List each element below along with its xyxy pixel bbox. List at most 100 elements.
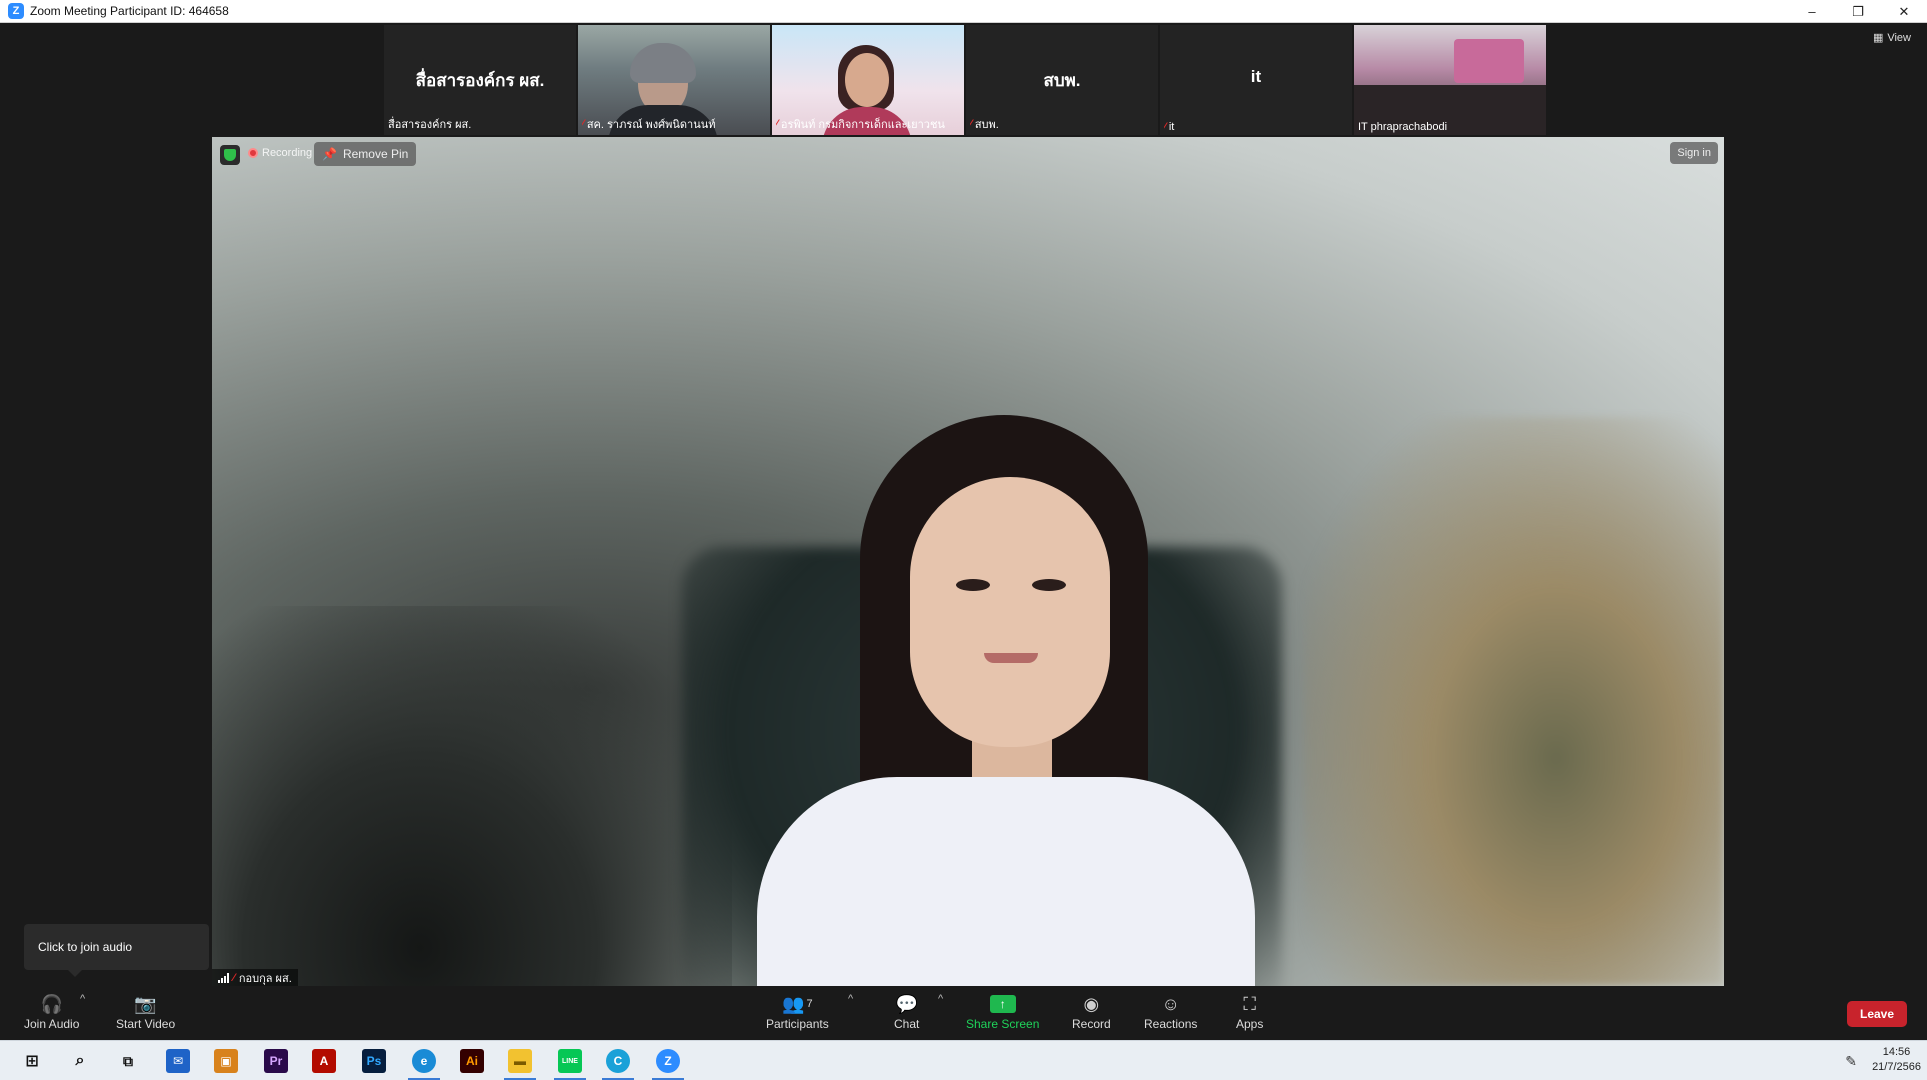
mic-muted-icon: ⁄ [582,118,584,130]
zoom-logo-icon: Z [8,3,24,19]
photoshop-icon[interactable]: Ps [362,1049,386,1073]
acrobat-icon[interactable]: A [312,1049,336,1073]
pen-tray-icon[interactable]: ✎ [1845,1053,1857,1070]
apps-label: Apps [1236,1017,1264,1031]
security-shield-icon[interactable] [220,145,240,165]
record-label: Record [1072,1017,1111,1031]
mail-icon[interactable]: ✉ [166,1049,190,1073]
remove-pin-button[interactable]: 📌 Remove Pin [314,142,417,166]
remove-pin-label: Remove Pin [342,147,409,161]
tooltip-text: Click to join audio [38,940,133,954]
participant-display-name: it [1250,67,1262,86]
participant-name: อรพินท์ กรมกิจการเด็กและเยาวชน [780,119,945,131]
window-controls: – ❐ ✕ [1789,0,1927,23]
chat-icon: 💬 [895,993,918,1014]
participant-name: สื่อสารองค์กร ผส. [388,119,472,131]
participant-label: ⁄ สบพ. [970,115,1154,133]
mic-muted-icon: ⁄ [970,118,972,130]
start-video-label: Start Video [116,1017,176,1031]
participant-tile[interactable]: สบพ. ⁄ สบพ. [966,25,1158,135]
speaker-shirt [757,777,1255,986]
chat-button[interactable]: 💬 Chat [894,991,920,1032]
participant-tile[interactable]: ⁄ อรพินท์ กรมกิจการเด็กและเยาวชน [772,25,964,135]
participant-tile[interactable]: IT phraprachabodi [1354,25,1546,135]
audio-options-caret-icon[interactable]: ^ [80,993,85,1005]
recording-indicator: Recording [248,147,312,159]
edge-icon[interactable]: e [408,1049,440,1080]
participant-tile[interactable]: it ⁄ it [1160,25,1352,135]
leave-button[interactable]: Leave [1847,1001,1907,1027]
background-shadow [212,606,732,986]
mic-muted-icon: ⁄ [1164,121,1166,133]
zoom-taskbar-icon[interactable]: Z [652,1049,684,1080]
reactions-button[interactable]: ☺ Reactions [1144,991,1197,1032]
clock-time: 14:56 [1882,1046,1911,1058]
headphones-icon: 🎧 [40,993,63,1014]
task-view-icon[interactable]: ⧉ [116,1049,140,1073]
meeting-area: สื่อสารองค์กร ผส. สื่อสารองค์กร ผส. ⁄ สค.… [0,23,1927,987]
speaker-face [910,477,1110,747]
system-clock[interactable]: 14:56 21/7/2566 [1872,1045,1921,1075]
premiere-icon[interactable]: Pr [264,1049,288,1073]
participant-display-name: สื่อสารองค์กร ผส. [415,71,545,90]
participant-label: ⁄ it [1164,121,1348,133]
pin-icon: 📌 [322,147,337,161]
join-audio-button[interactable]: 🎧 Join Audio [24,991,80,1032]
search-icon[interactable]: ⌕ [68,1049,92,1073]
stage-banner [1454,39,1524,83]
chat-label: Chat [894,1017,920,1031]
record-button[interactable]: ◉ Record [1072,991,1111,1032]
participant-label: ⁄ อรพินท์ กรมกิจการเด็กและเยาวชน [776,115,960,133]
participant-label: IT phraprachabodi [1358,121,1542,133]
meeting-toolbar: 🎧 Join Audio ^ 📷 Start Video 👥 7 Particip… [0,987,1927,1040]
participant-tile[interactable]: สื่อสารองค์กร ผส. สื่อสารองค์กร ผส. [384,25,576,135]
share-screen-label: Share Screen [966,1017,1040,1031]
mic-muted-icon: ⁄ [233,971,235,984]
participant-tile[interactable]: ⁄ สค. ราภรณ์ พงศ์พนิดานนท์ [578,25,770,135]
grid-icon: ▦ [1872,32,1884,44]
video-off-icon: 📷 [134,993,157,1014]
illustrator-icon[interactable]: Ai [460,1049,484,1073]
speaker-mouth [984,653,1038,663]
share-screen-button[interactable]: ↑ Share Screen [966,991,1039,1031]
speaker-eye [956,579,990,591]
participants-count: 7 [806,998,813,1010]
file-explorer-icon[interactable]: ▬ [504,1049,536,1080]
view-label: View [1887,31,1911,44]
speaker-eye [1032,579,1066,591]
participant-display-name: สบพ. [1043,71,1081,90]
record-icon: ◉ [1083,993,1100,1014]
tooltip-arrow [68,970,82,977]
minimize-button[interactable]: – [1789,0,1835,23]
participant-name: สบพ. [974,119,999,131]
chat-options-caret-icon[interactable]: ^ [938,993,943,1005]
restore-button[interactable]: ❐ [1835,0,1881,23]
participant-face [845,53,889,107]
speaker-label: ⁄ กอบกุล ผส. [212,969,298,986]
line-icon[interactable]: LINE [554,1049,586,1080]
start-video-button[interactable]: 📷 Start Video [116,991,176,1032]
apps-button[interactable]: ⛶ Apps [1236,991,1264,1032]
recording-label: Recording [262,147,313,159]
window-title: Zoom Meeting Participant ID: 464658 [30,4,229,18]
participants-label: Participants [766,1017,829,1031]
participants-button[interactable]: 👥 7 Participants [766,991,829,1032]
apps-icon: ⛶ [1243,993,1256,1014]
clock-date: 21/7/2566 [1872,1061,1921,1073]
view-button[interactable]: ▦ View [1872,31,1911,45]
browser-icon[interactable]: C [602,1049,634,1080]
join-audio-label: Join Audio [24,1017,80,1031]
mic-muted-icon: ⁄ [776,118,778,130]
participant-hair [630,43,696,83]
close-button[interactable]: ✕ [1881,0,1927,23]
windows-start-icon[interactable]: ⊞ [20,1049,44,1073]
store-icon[interactable]: ▣ [214,1049,238,1073]
sign-in-button[interactable]: Sign in [1670,142,1718,164]
main-video[interactable]: Recording 📌 Remove Pin Sign in ⁄ กอบกุล … [212,137,1724,986]
participants-options-caret-icon[interactable]: ^ [848,993,853,1005]
speaker-name: กอบกุล ผส. [238,972,292,985]
signal-strength-icon [218,972,229,983]
participant-label: สื่อสารองค์กร ผส. [388,115,572,133]
background-plant [1304,417,1724,986]
participants-icon: 👥 7 [782,993,813,1014]
